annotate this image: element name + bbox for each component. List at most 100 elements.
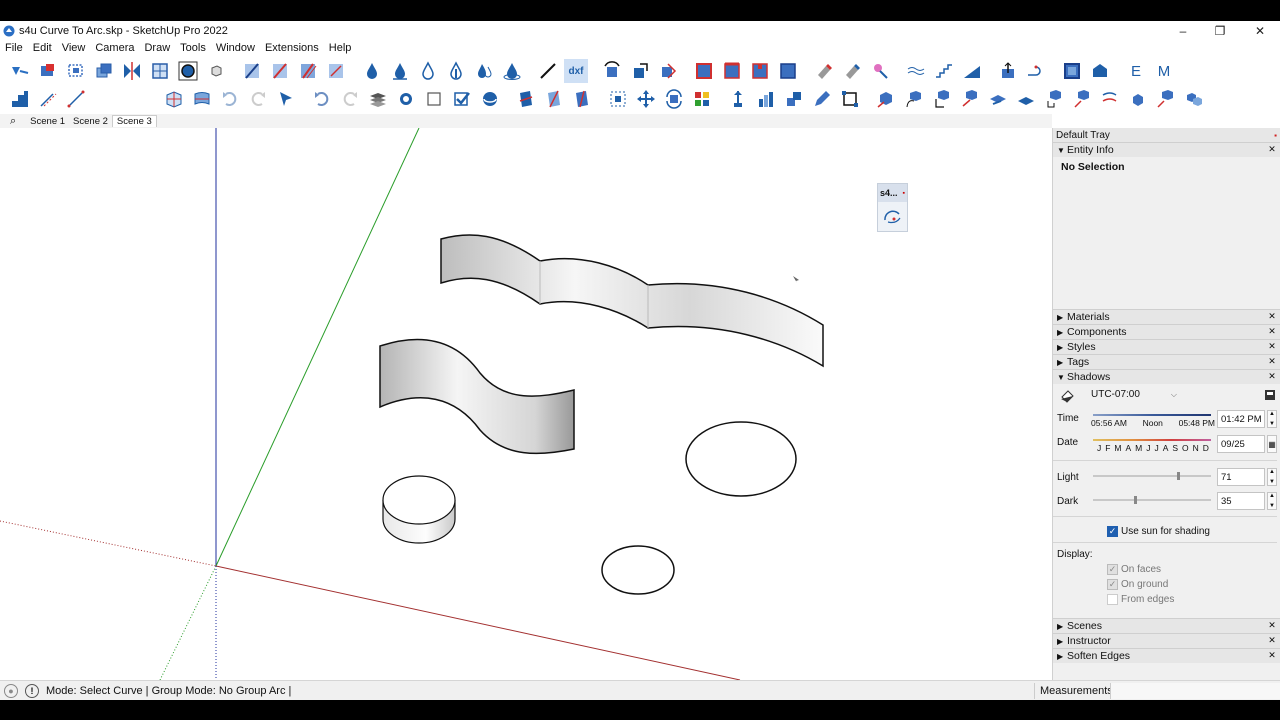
frame-1-button[interactable]	[692, 59, 716, 83]
dim-line-1-button[interactable]	[36, 87, 60, 111]
frame-4-button[interactable]	[776, 59, 800, 83]
dark-input[interactable]: 35	[1217, 492, 1265, 510]
solid-shape-button[interactable]	[1088, 59, 1112, 83]
drop-6-button[interactable]	[500, 59, 524, 83]
materials-close-icon[interactable]: ✕	[1267, 311, 1277, 322]
date-input[interactable]: 09/25	[1217, 435, 1265, 453]
frame-2-button[interactable]	[720, 59, 744, 83]
circle-large[interactable]	[685, 421, 797, 497]
select-tool-button[interactable]	[8, 59, 32, 83]
materials-header[interactable]: ▶ Materials ✕	[1053, 309, 1280, 324]
pencil-button[interactable]	[810, 87, 834, 111]
date-slider[interactable]	[1093, 439, 1211, 441]
pen-pink-button[interactable]	[868, 59, 892, 83]
circle-solid-button[interactable]	[394, 87, 418, 111]
s4u-2-button[interactable]	[902, 87, 926, 111]
entity-info-header[interactable]: ▼ Entity Info ✕	[1053, 142, 1280, 157]
scale-corner-button[interactable]	[838, 87, 862, 111]
shadows-header[interactable]: ▼ Shadows ✕	[1053, 369, 1280, 384]
slash-tool-2-button[interactable]	[268, 59, 292, 83]
curve-to-arc-button[interactable]	[878, 202, 907, 226]
ramp-button[interactable]	[960, 59, 984, 83]
close-window-button[interactable]: ✕	[1240, 21, 1280, 40]
light-slider[interactable]	[1093, 472, 1211, 480]
layers-button[interactable]	[366, 87, 390, 111]
step-box-button[interactable]	[782, 87, 806, 111]
on-faces-row[interactable]: ✓ On faces	[1107, 564, 1161, 575]
s4u-10-button[interactable]	[1126, 87, 1150, 111]
scale-box-button[interactable]	[628, 59, 652, 83]
s4u-4-button[interactable]	[958, 87, 982, 111]
stairs-1-button[interactable]	[932, 59, 956, 83]
wave-surface-button[interactable]	[190, 87, 214, 111]
menu-extensions[interactable]: Extensions	[260, 42, 324, 54]
dim-line-2-button[interactable]	[64, 87, 88, 111]
move-cross-button[interactable]	[634, 87, 658, 111]
scene-tab-1[interactable]: Scene 1	[26, 116, 69, 127]
light-input[interactable]: 71	[1217, 468, 1265, 486]
wavy-wall-short[interactable]	[379, 338, 575, 455]
box-outline-button[interactable]	[1060, 59, 1084, 83]
wavy-wall-long[interactable]	[440, 234, 824, 368]
e-button[interactable]: E	[1124, 59, 1148, 83]
section-1-button[interactable]	[514, 87, 538, 111]
shadow-settings-icon[interactable]	[1264, 389, 1276, 401]
components-close-icon[interactable]: ✕	[1267, 326, 1277, 337]
drop-4-button[interactable]	[444, 59, 468, 83]
use-sun-checkbox[interactable]: ✓	[1107, 526, 1118, 537]
s4u-6-button[interactable]	[1014, 87, 1038, 111]
calendar-icon[interactable]: ▦	[1267, 435, 1277, 453]
s4u-5-button[interactable]	[986, 87, 1010, 111]
s4u-8-button[interactable]	[1070, 87, 1094, 111]
cube-grid-button[interactable]	[162, 87, 186, 111]
paint-2-button[interactable]	[840, 59, 864, 83]
instructor-info-icon[interactable]: !	[25, 683, 39, 698]
slash-tool-1-button[interactable]	[240, 59, 264, 83]
s4u-11-button[interactable]	[1154, 87, 1178, 111]
styles-close-icon[interactable]: ✕	[1267, 341, 1277, 352]
orbit-button[interactable]	[478, 87, 502, 111]
s4u-7-button[interactable]	[1042, 87, 1066, 111]
s4u-panel-close[interactable]: ▪	[903, 190, 905, 197]
time-slider[interactable]	[1093, 414, 1211, 416]
bars-button[interactable]	[754, 87, 778, 111]
move-box-button[interactable]	[656, 59, 680, 83]
geo-location-icon[interactable]: ●	[4, 683, 18, 698]
section-3-button[interactable]	[570, 87, 594, 111]
minimize-button[interactable]: –	[1163, 21, 1203, 40]
scene-tab-2[interactable]: Scene 2	[69, 116, 112, 127]
soften-edges-header[interactable]: ▶ Soften Edges ✕	[1053, 648, 1280, 663]
light-slider-thumb[interactable]	[1177, 472, 1180, 480]
curve-hook-button[interactable]	[1024, 59, 1048, 83]
stairs-blue-button[interactable]	[8, 87, 32, 111]
drop-2-button[interactable]	[388, 59, 412, 83]
color-blocks-button[interactable]	[690, 87, 714, 111]
scene-tab-3[interactable]: Scene 3	[111, 115, 157, 127]
shadow-toggle-icon[interactable]	[1059, 388, 1075, 404]
menu-camera[interactable]: Camera	[90, 42, 139, 54]
menu-tools[interactable]: Tools	[175, 42, 211, 54]
select-arrow-button[interactable]	[274, 87, 298, 111]
soften-edges-close-icon[interactable]: ✕	[1267, 650, 1277, 661]
make-group-button[interactable]	[64, 59, 88, 83]
s4u-12-button[interactable]	[1182, 87, 1206, 111]
rotate-box-button[interactable]	[600, 59, 624, 83]
menu-file[interactable]: File	[0, 42, 28, 54]
slash-tool-4-button[interactable]	[324, 59, 348, 83]
entity-info-close-icon[interactable]: ✕	[1267, 144, 1277, 155]
scenes-close-icon[interactable]: ✕	[1267, 620, 1277, 631]
tags-close-icon[interactable]: ✕	[1267, 356, 1277, 367]
dark-spinner[interactable]: ▲ ▼	[1267, 492, 1277, 510]
timezone-select[interactable]: UTC-07:00 ⌵	[1089, 387, 1179, 402]
tags-header[interactable]: ▶ Tags ✕	[1053, 354, 1280, 369]
time-spinner[interactable]: ▲ ▼	[1267, 410, 1277, 428]
time-input[interactable]: 01:42 PM	[1217, 410, 1265, 428]
instructor-close-icon[interactable]: ✕	[1267, 635, 1277, 646]
menu-view[interactable]: View	[57, 42, 91, 54]
measurements-input[interactable]	[1110, 683, 1280, 699]
pushpull-up-button[interactable]	[996, 59, 1020, 83]
s4u-3-button[interactable]	[930, 87, 954, 111]
cylinder-top[interactable]	[382, 475, 456, 525]
on-faces-checkbox[interactable]: ✓	[1107, 564, 1118, 575]
scene-search-icon[interactable]: ⌕	[10, 115, 16, 128]
